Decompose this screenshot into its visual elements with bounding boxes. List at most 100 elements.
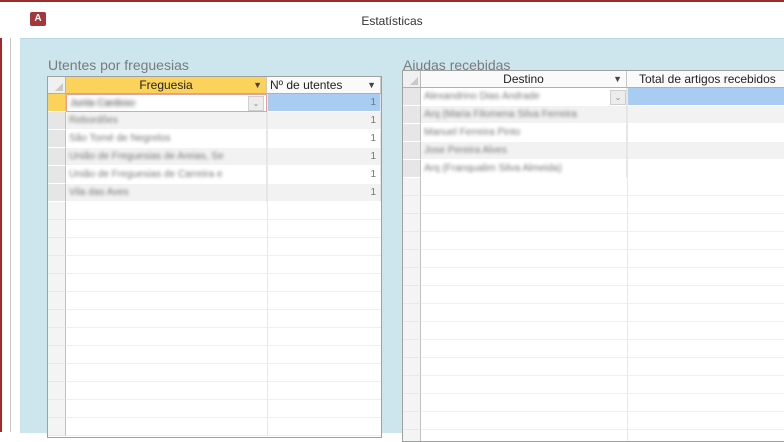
- record-selector: [403, 214, 421, 232]
- record-selector[interactable]: [48, 166, 66, 184]
- record-selector: [403, 394, 421, 412]
- grid-line: [66, 273, 381, 274]
- destino-value: Arq (Maria Filomena Silva Ferreira: [424, 109, 577, 120]
- freguesia-cell[interactable]: União de Freguesias de Areias, Se: [66, 148, 267, 166]
- column-header-num-utentes[interactable]: Nº de utentes ▼: [267, 77, 381, 94]
- destino-value: Manuel Ferreira Pinto: [424, 127, 521, 138]
- grid-line: [421, 339, 784, 340]
- title-bar[interactable]: A Estatísticas: [0, 0, 784, 38]
- total-artigos-cell[interactable]: [627, 124, 784, 142]
- record-selector: [48, 238, 66, 256]
- column-divider: [627, 88, 628, 441]
- grid-line: [421, 249, 784, 250]
- record-selector: [48, 328, 66, 346]
- grid-line: [66, 237, 381, 238]
- window-title: Estatísticas: [361, 14, 423, 28]
- num-utentes-cell[interactable]: 1: [267, 112, 381, 130]
- record-selector: [48, 418, 66, 436]
- record-selector[interactable]: [403, 142, 421, 160]
- record-selector: [403, 412, 421, 430]
- total-artigos-cell[interactable]: [627, 160, 784, 178]
- record-selector[interactable]: [48, 148, 66, 166]
- freguesia-cell[interactable]: Vila das Aves: [66, 184, 267, 202]
- ajudas-datasheet[interactable]: Destino ▼ Total de artigos recebidos Ale…: [402, 70, 784, 442]
- freguesia-cell[interactable]: Rebordões: [66, 112, 267, 130]
- record-selector: [403, 268, 421, 286]
- select-all-corner[interactable]: [403, 71, 421, 88]
- grid-line: [66, 345, 381, 346]
- freguesia-value: União de Freguesias de Areias, Se: [69, 151, 224, 162]
- column-header-freguesia[interactable]: Freguesia ▼: [66, 77, 267, 94]
- grid-line: [66, 219, 381, 220]
- record-selector[interactable]: [403, 160, 421, 178]
- window-border: [0, 0, 2, 432]
- num-utentes-cell[interactable]: 1: [267, 166, 381, 184]
- freguesia-value: União de Freguesias de Carreira e: [69, 169, 223, 180]
- freguesia-cell[interactable]: União de Freguesias de Carreira e: [66, 166, 267, 184]
- column-divider: [267, 94, 268, 436]
- record-selector[interactable]: [48, 130, 66, 148]
- destino-cell[interactable]: Alexandrino Dias Andrade: [421, 88, 627, 106]
- record-selector[interactable]: [403, 106, 421, 124]
- chevron-down-icon[interactable]: ▼: [253, 77, 262, 94]
- grid-line: [421, 357, 784, 358]
- grid-line: [421, 393, 784, 394]
- grid-line: [66, 291, 381, 292]
- record-selector: [403, 304, 421, 322]
- chevron-down-icon[interactable]: ▼: [613, 71, 622, 88]
- destino-cell[interactable]: Jose Pereira Alves: [421, 142, 627, 160]
- record-selector[interactable]: [403, 124, 421, 142]
- column-header-destino[interactable]: Destino ▼: [421, 71, 627, 88]
- record-selector: [48, 274, 66, 292]
- num-utentes-cell[interactable]: 1: [267, 148, 381, 166]
- record-selector[interactable]: [48, 184, 66, 202]
- destino-cell[interactable]: Manuel Ferreira Pinto: [421, 124, 627, 142]
- utentes-datasheet[interactable]: Freguesia ▼ Nº de utentes ▼ Junta Cardos…: [47, 76, 382, 438]
- destino-cell[interactable]: Arq (Franqualim Silva Almeida): [421, 160, 627, 178]
- total-artigos-cell[interactable]: [627, 106, 784, 124]
- grid-line: [421, 321, 784, 322]
- destino-value: Arq (Franqualim Silva Almeida): [424, 163, 562, 174]
- total-artigos-cell[interactable]: [627, 88, 784, 106]
- chevron-down-icon[interactable]: ▼: [367, 77, 376, 94]
- combo-dropdown-button[interactable]: ⌄: [610, 90, 626, 105]
- record-selector: [403, 340, 421, 358]
- grid-line: [66, 255, 381, 256]
- combo-dropdown-button[interactable]: ⌄: [248, 96, 264, 111]
- num-utentes-cell[interactable]: 1: [267, 94, 381, 112]
- freguesia-cell[interactable]: Junta Cardoso: [66, 94, 267, 112]
- record-selector: [48, 400, 66, 418]
- grid-line: [66, 417, 381, 418]
- grid-line: [421, 285, 784, 286]
- record-selector: [48, 220, 66, 238]
- record-selector: [48, 310, 66, 328]
- freguesia-value: Rebordões: [69, 115, 118, 126]
- freguesia-value: Vila das Aves: [69, 187, 129, 198]
- record-selector: [403, 250, 421, 268]
- freguesia-cell[interactable]: São Tomé de Negrelos: [66, 130, 267, 148]
- record-selector: [48, 382, 66, 400]
- destino-value: Jose Pereira Alves: [424, 145, 507, 156]
- grid-line: [421, 231, 784, 232]
- num-utentes-cell[interactable]: 1: [267, 184, 381, 202]
- record-selector: [48, 202, 66, 220]
- freguesia-value: Junta Cardoso: [70, 98, 136, 109]
- num-utentes-cell[interactable]: 1: [267, 130, 381, 148]
- grid-line: [66, 363, 381, 364]
- record-selector: [48, 346, 66, 364]
- grid-line: [421, 411, 784, 412]
- grid-line: [66, 381, 381, 382]
- record-selector[interactable]: [403, 88, 421, 106]
- record-selector: [48, 256, 66, 274]
- access-window: A Estatísticas Utentes por freguesias Fr…: [0, 0, 784, 442]
- record-selector[interactable]: [48, 94, 66, 112]
- record-selector: [403, 196, 421, 214]
- record-selector: [403, 178, 421, 196]
- select-all-corner[interactable]: [48, 77, 66, 94]
- total-artigos-cell[interactable]: [627, 142, 784, 160]
- record-selector[interactable]: [48, 112, 66, 130]
- utentes-section-title: Utentes por freguesias: [48, 57, 189, 73]
- column-header-total-artigos[interactable]: Total de artigos recebidos: [627, 71, 784, 88]
- freguesia-value: São Tomé de Negrelos: [69, 133, 171, 144]
- destino-cell[interactable]: Arq (Maria Filomena Silva Ferreira: [421, 106, 627, 124]
